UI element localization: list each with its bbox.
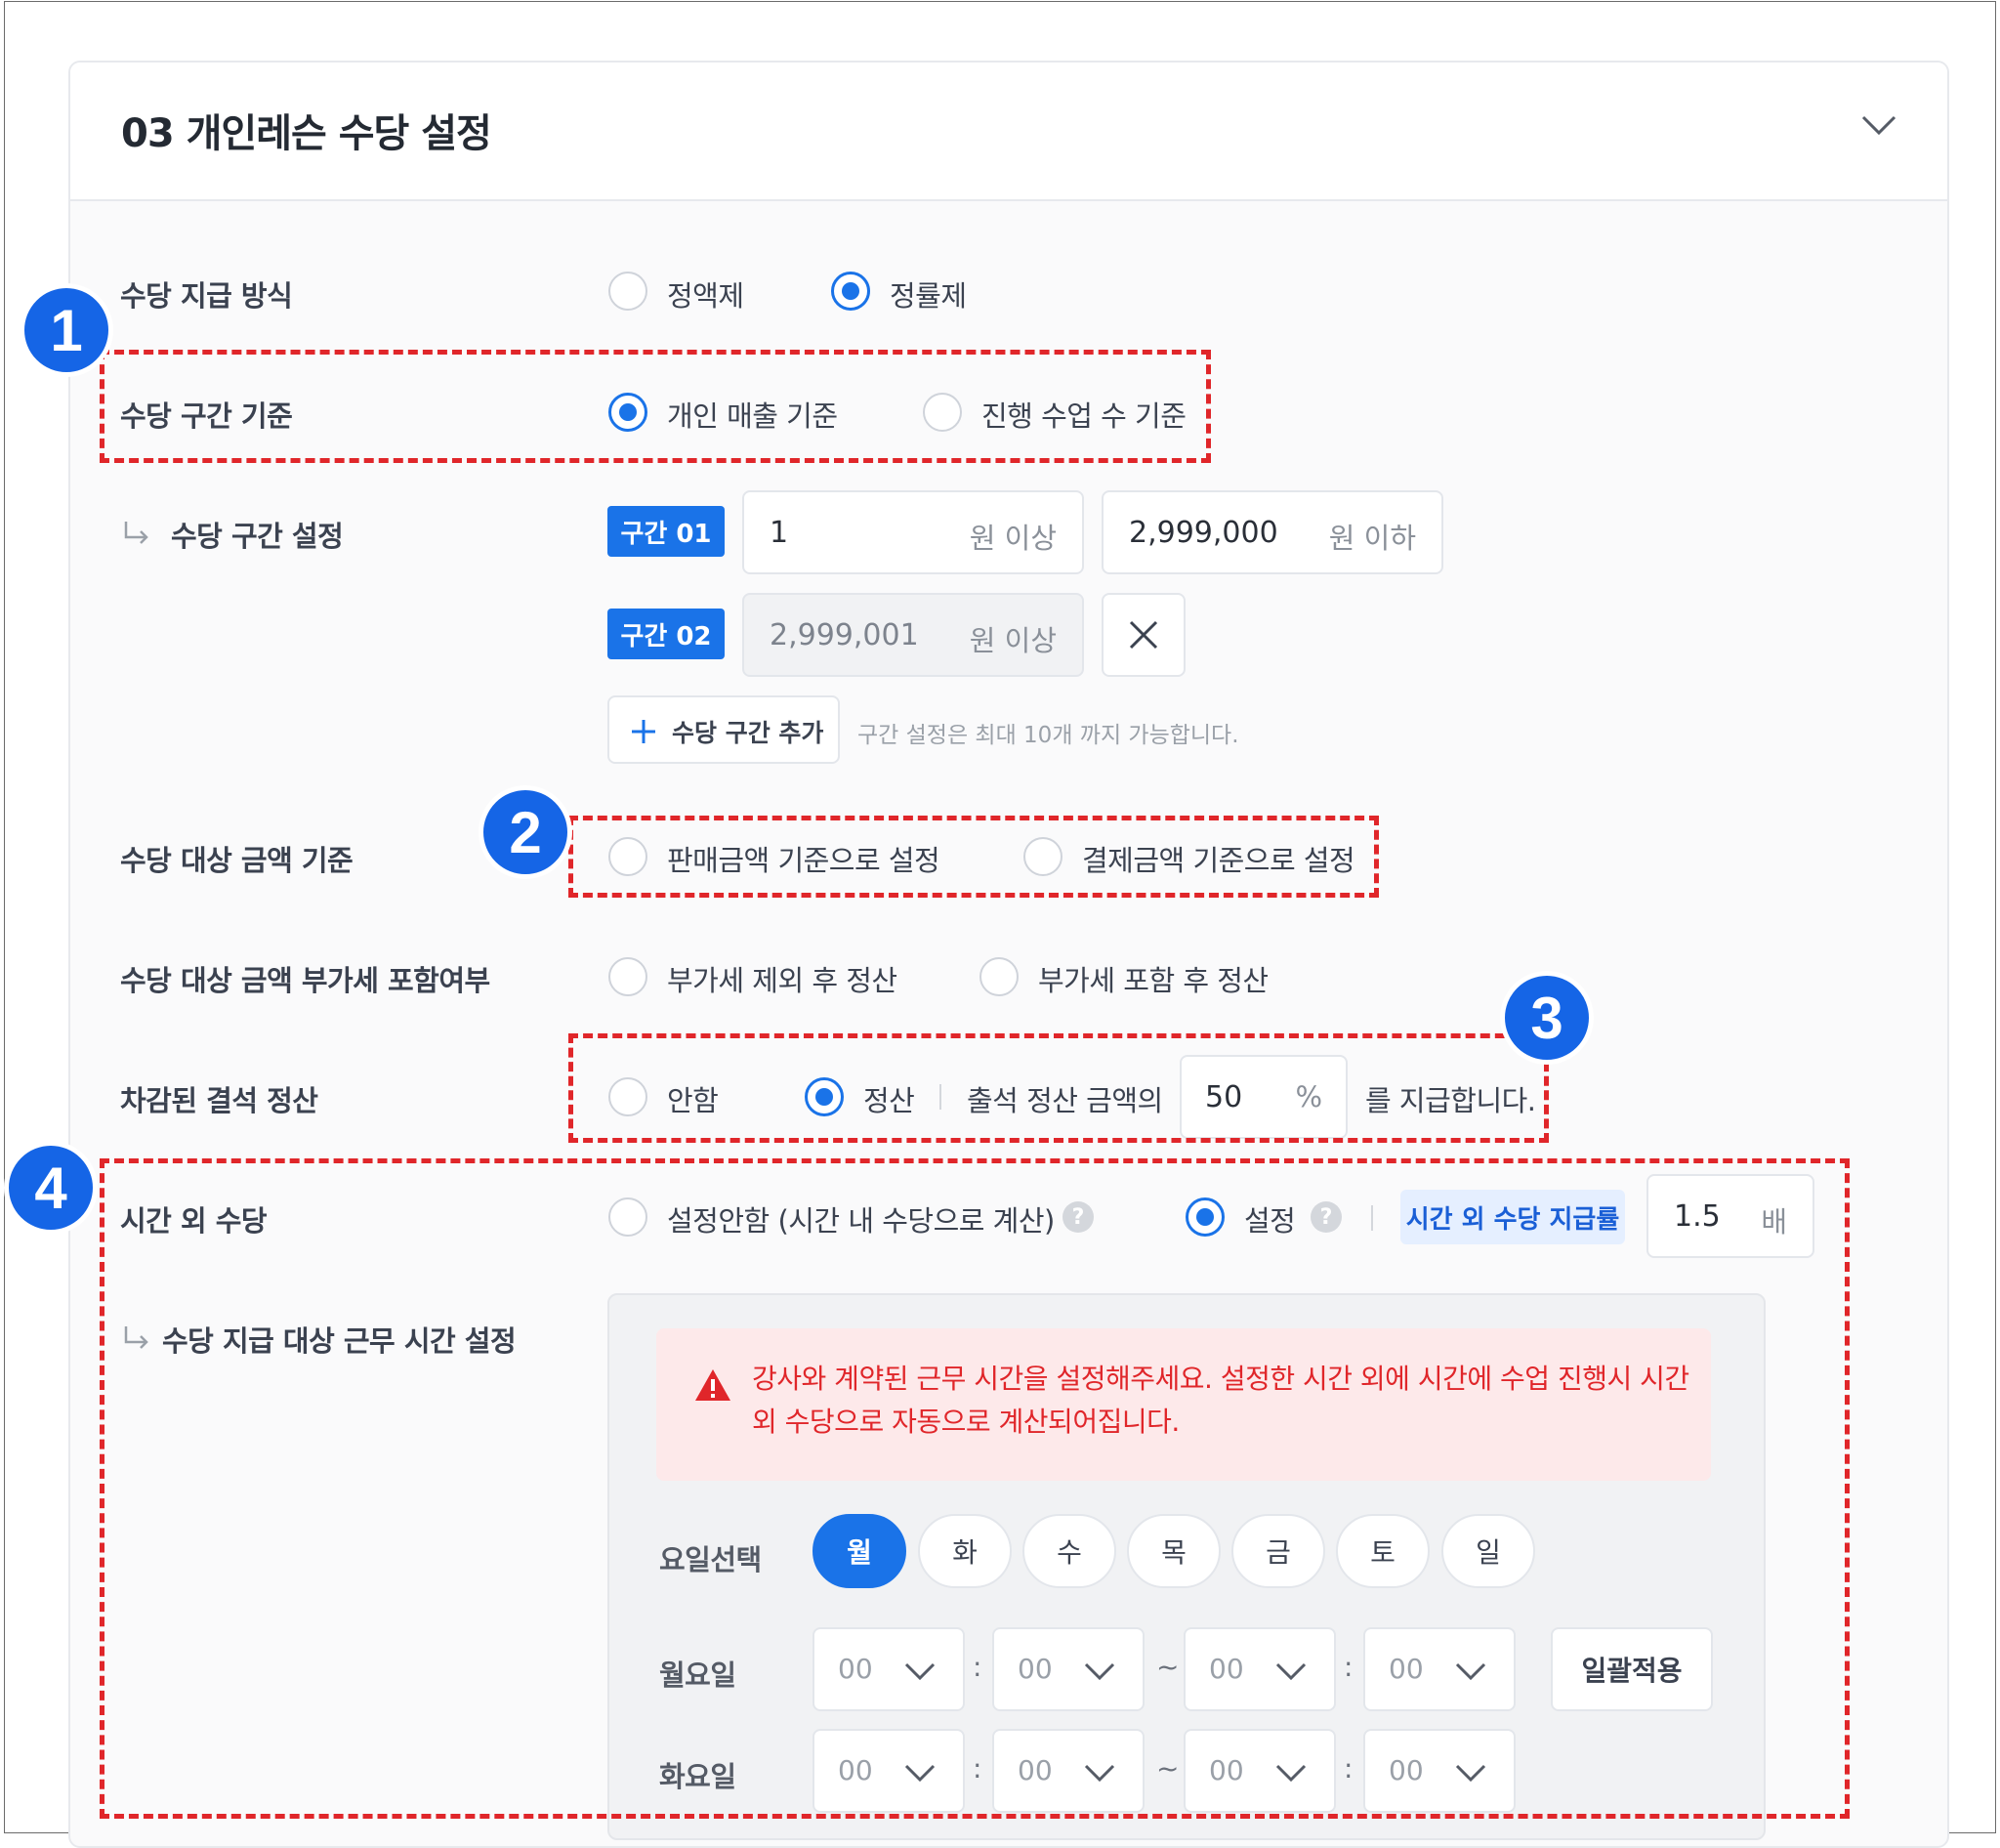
tier-01-from-unit: 원 이상 <box>969 522 1057 555</box>
tier-01-tag: 구간 01 <box>607 506 725 557</box>
option-vat-excluded[interactable]: 부가세 제외 후 정산 <box>667 958 897 999</box>
radio-percentage[interactable] <box>831 272 870 311</box>
add-tier-label: 수당 구간 추가 <box>672 719 824 747</box>
payment-method-label: 수당 지급 방식 <box>120 279 293 313</box>
tier-02-from-value: 2,999,001 <box>770 618 919 652</box>
tier-01-to-unit: 원 이하 <box>1328 522 1416 555</box>
annotation-box-4 <box>100 1158 1850 1819</box>
option-percentage[interactable]: 정률제 <box>890 273 967 315</box>
tier-02-from-unit: 원 이상 <box>969 624 1057 657</box>
vat-label: 수당 대상 금액 부가세 포함여부 <box>120 964 490 997</box>
annotation-box-1 <box>100 350 1211 463</box>
delete-tier-button[interactable] <box>1102 593 1186 677</box>
tier-setting-label: 수당 구간 설정 <box>171 520 344 553</box>
radio-vat-excluded[interactable] <box>608 957 647 996</box>
tier-02-tag: 구간 02 <box>607 609 725 659</box>
annotation-box-3 <box>568 1033 1549 1143</box>
section-title: 03 개인레슨 수당 설정 <box>121 111 492 156</box>
option-flat[interactable]: 정액제 <box>667 273 744 315</box>
card-header[interactable]: 03 개인레슨 수당 설정 <box>70 63 1947 201</box>
plus-icon <box>632 720 655 743</box>
absence-label: 차감된 결석 정산 <box>120 1084 318 1117</box>
tier-01-to-input[interactable]: 2,999,000 원 이하 <box>1102 490 1443 574</box>
annotation-badge-3: 3 <box>1500 971 1594 1065</box>
chevron-down-icon[interactable] <box>1859 105 1898 145</box>
amount-basis-label: 수당 대상 금액 기준 <box>120 844 354 877</box>
tier-hint: 구간 설정은 최대 10개 까지 가능합니다. <box>857 723 1239 748</box>
add-tier-button[interactable]: 수당 구간 추가 <box>607 695 840 764</box>
annotation-badge-1: 1 <box>20 283 113 377</box>
tier-01-to-value: 2,999,000 <box>1129 516 1278 550</box>
tier-01-from-value: 1 <box>770 516 789 550</box>
close-icon <box>1129 620 1158 650</box>
tier-02-from-input: 2,999,001 원 이상 <box>742 593 1084 677</box>
option-vat-included[interactable]: 부가세 포함 후 정산 <box>1038 958 1269 999</box>
annotation-badge-4: 4 <box>4 1141 98 1235</box>
radio-vat-included[interactable] <box>979 957 1019 996</box>
annotation-badge-2: 2 <box>479 785 572 879</box>
annotation-box-2 <box>568 816 1379 898</box>
radio-flat[interactable] <box>608 272 647 311</box>
tier-01-from-input[interactable]: 1 원 이상 <box>742 490 1084 574</box>
sub-arrow-icon <box>124 522 148 544</box>
